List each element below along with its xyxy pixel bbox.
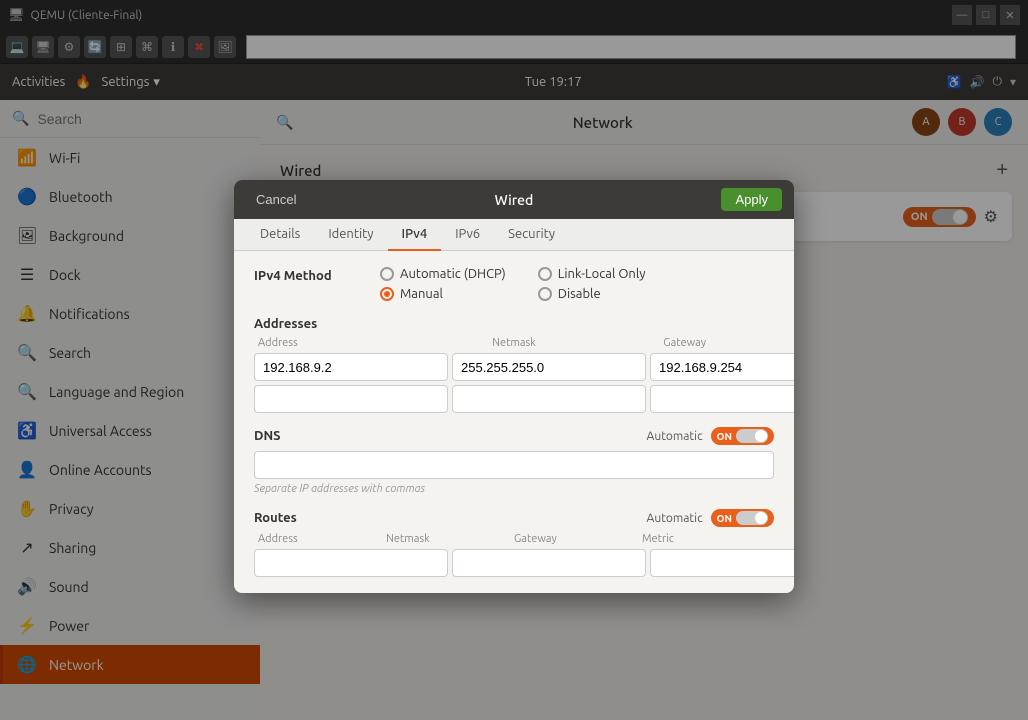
dialog-overlay: Cancel Wired Apply Details Identity IPv4… xyxy=(0,0,1028,720)
gateway-input-2[interactable] xyxy=(650,385,794,413)
routes-section: Routes Automatic ON Address Netmask xyxy=(254,509,774,577)
dialog-tabs: Details Identity IPv4 IPv6 Security xyxy=(234,219,794,251)
routes-header-row: Routes Automatic ON xyxy=(254,509,774,527)
addr-column-headers: Address Netmask Gateway xyxy=(254,337,774,349)
address-input-2[interactable] xyxy=(254,385,448,413)
col-routes-metric: Metric xyxy=(642,533,770,545)
radio-dhcp-label: Automatic (DHCP) xyxy=(400,267,506,281)
address-input-1[interactable] xyxy=(254,353,448,381)
routes-toggle-label: ON xyxy=(717,513,732,524)
netmask-input-1[interactable] xyxy=(452,353,646,381)
dns-section: DNS Automatic ON Separate IP addresses w… xyxy=(254,427,774,495)
wired-dialog: Cancel Wired Apply Details Identity IPv4… xyxy=(234,180,794,593)
radio-manual[interactable]: Manual xyxy=(380,287,506,301)
routes-toggle-thumb xyxy=(755,512,767,524)
gateway-input-1[interactable] xyxy=(650,353,794,381)
dns-label: DNS xyxy=(254,429,281,443)
radio-linklocal[interactable]: Link-Local Only xyxy=(538,267,646,281)
col-address-label: Address xyxy=(258,337,429,349)
radio-dot-manual xyxy=(380,287,394,301)
address-row-2: ✕ xyxy=(254,385,774,413)
radio-dhcp[interactable]: Automatic (DHCP) xyxy=(380,267,506,281)
dns-toggle-track xyxy=(736,429,768,443)
dns-toggle-thumb xyxy=(755,430,767,442)
addresses-header: Addresses xyxy=(254,317,774,331)
routes-gateway-input[interactable] xyxy=(650,549,794,577)
dialog-cancel-button[interactable]: Cancel xyxy=(246,188,306,211)
dns-toggle-label: ON xyxy=(717,431,732,442)
ipv4-methods: Automatic (DHCP) Manual Link-Local Only xyxy=(380,267,646,301)
dns-auto-label: Automatic xyxy=(647,430,703,443)
ipv4-method-label: IPv4 Method xyxy=(254,267,364,283)
routes-auto-label: Automatic xyxy=(647,512,703,525)
routes-column-headers: Address Netmask Gateway Metric xyxy=(254,533,774,545)
dns-input[interactable] xyxy=(254,451,774,479)
radio-disable-label: Disable xyxy=(558,287,601,301)
netmask-input-2[interactable] xyxy=(452,385,646,413)
tab-identity[interactable]: Identity xyxy=(314,219,387,251)
dialog-title: Wired xyxy=(495,192,534,208)
routes-label: Routes xyxy=(254,511,297,525)
tab-details[interactable]: Details xyxy=(246,219,314,251)
radio-manual-label: Manual xyxy=(400,287,443,301)
dns-header-row: DNS Automatic ON xyxy=(254,427,774,445)
col-routes-gateway: Gateway xyxy=(514,533,642,545)
dialog-apply-button[interactable]: Apply xyxy=(721,188,782,211)
routes-netmask-input[interactable] xyxy=(452,549,646,577)
radio-disable[interactable]: Disable xyxy=(538,287,646,301)
radio-dot-dhcp xyxy=(380,267,394,281)
col-routes-address: Address xyxy=(258,533,386,545)
radio-dot-linklocal xyxy=(538,267,552,281)
radio-linklocal-label: Link-Local Only xyxy=(558,267,646,281)
dns-toggle[interactable]: ON xyxy=(711,427,774,445)
methods-right: Link-Local Only Disable xyxy=(538,267,646,301)
col-netmask-label: Netmask xyxy=(429,337,600,349)
routes-auto-toggle-row: Automatic ON xyxy=(647,509,774,527)
radio-dot-disable xyxy=(538,287,552,301)
routes-address-input[interactable] xyxy=(254,549,448,577)
routes-toggle-track xyxy=(736,511,768,525)
ipv4-method-section: IPv4 Method Automatic (DHCP) Manual xyxy=(254,267,774,301)
methods-left: Automatic (DHCP) Manual xyxy=(380,267,506,301)
col-routes-netmask: Netmask xyxy=(386,533,514,545)
dialog-title-bar: Cancel Wired Apply xyxy=(234,180,794,219)
tab-ipv4[interactable]: IPv4 xyxy=(388,219,442,251)
col-gateway-label: Gateway xyxy=(599,337,770,349)
dns-hint: Separate IP addresses with commas xyxy=(254,483,774,495)
address-row-1: ✕ xyxy=(254,353,774,381)
dns-auto-toggle-row: Automatic ON xyxy=(647,427,774,445)
routes-toggle[interactable]: ON xyxy=(711,509,774,527)
tab-ipv6[interactable]: IPv6 xyxy=(441,219,494,251)
addresses-section: Addresses Address Netmask Gateway ✕ xyxy=(254,317,774,413)
dialog-body: IPv4 Method Automatic (DHCP) Manual xyxy=(234,251,794,593)
tab-security[interactable]: Security xyxy=(494,219,569,251)
routes-row-1: ✕ xyxy=(254,549,774,577)
